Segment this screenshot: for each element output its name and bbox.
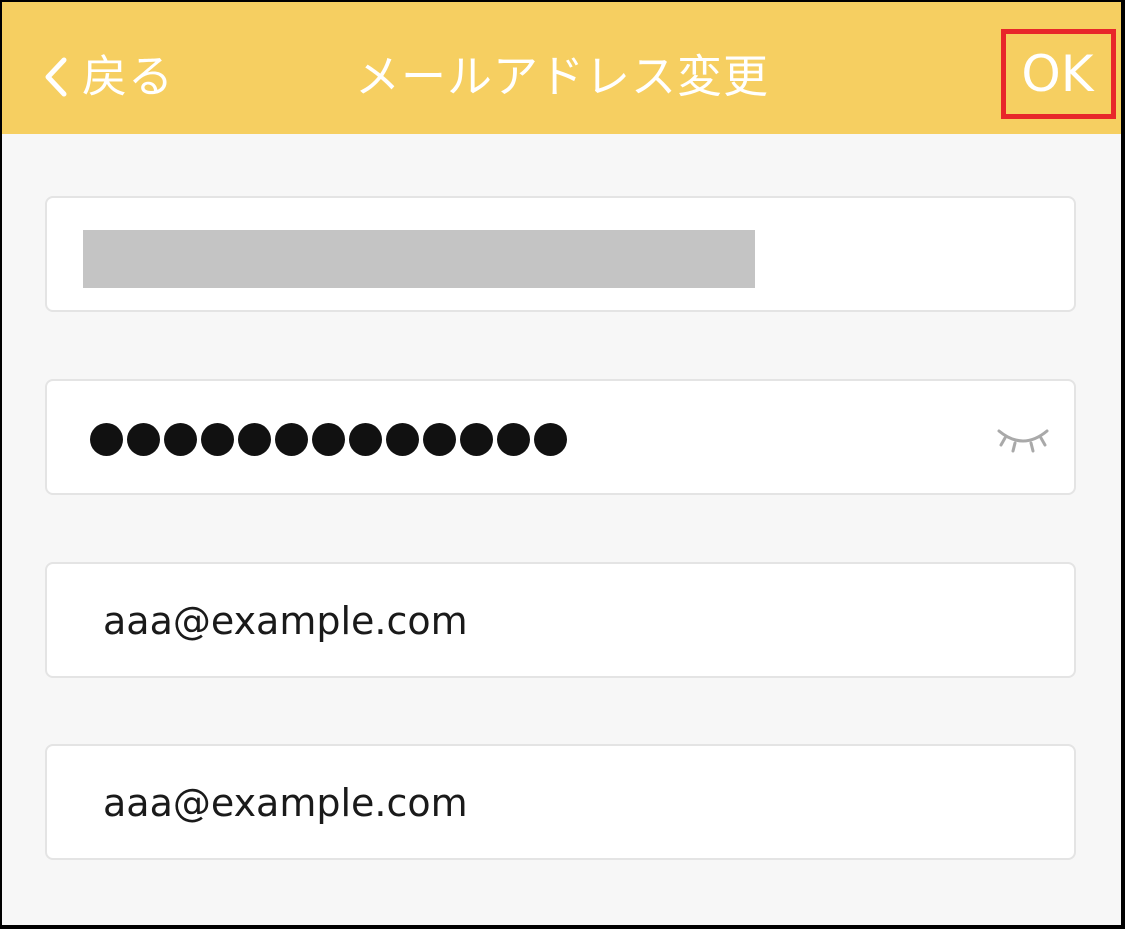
eye-closed-icon[interactable] xyxy=(995,421,1051,457)
chevron-left-icon xyxy=(45,57,67,97)
password-dot xyxy=(90,422,123,456)
password-dot xyxy=(349,422,382,456)
new-email-value: aaa@example.com xyxy=(103,599,468,643)
page-title: メールアドレス変更 xyxy=(354,50,769,103)
password-dot xyxy=(534,422,567,456)
password-dot xyxy=(127,422,160,456)
password-field[interactable] xyxy=(45,379,1076,495)
navigation-bar: 戻る メールアドレス変更 OK xyxy=(2,2,1121,134)
password-dot xyxy=(386,422,419,456)
current-email-field[interactable] xyxy=(45,196,1076,312)
back-label: 戻る xyxy=(82,50,175,103)
password-dot xyxy=(497,422,530,456)
password-dot xyxy=(201,422,234,456)
password-masked-value xyxy=(90,417,571,461)
confirm-email-field[interactable]: aaa@example.com xyxy=(45,744,1076,860)
confirm-email-value: aaa@example.com xyxy=(103,781,468,825)
password-dot xyxy=(164,422,197,456)
new-email-field[interactable]: aaa@example.com xyxy=(45,562,1076,678)
password-dot xyxy=(238,422,271,456)
redacted-value xyxy=(83,230,755,288)
password-dot xyxy=(460,422,493,456)
password-dot xyxy=(312,422,345,456)
password-dot xyxy=(275,422,308,456)
screen: 戻る メールアドレス変更 OK aaa@example.com aaa@exam… xyxy=(2,2,1121,925)
back-button[interactable]: 戻る xyxy=(38,42,174,112)
password-dot xyxy=(423,422,456,456)
ok-button[interactable]: OK xyxy=(1005,34,1110,114)
